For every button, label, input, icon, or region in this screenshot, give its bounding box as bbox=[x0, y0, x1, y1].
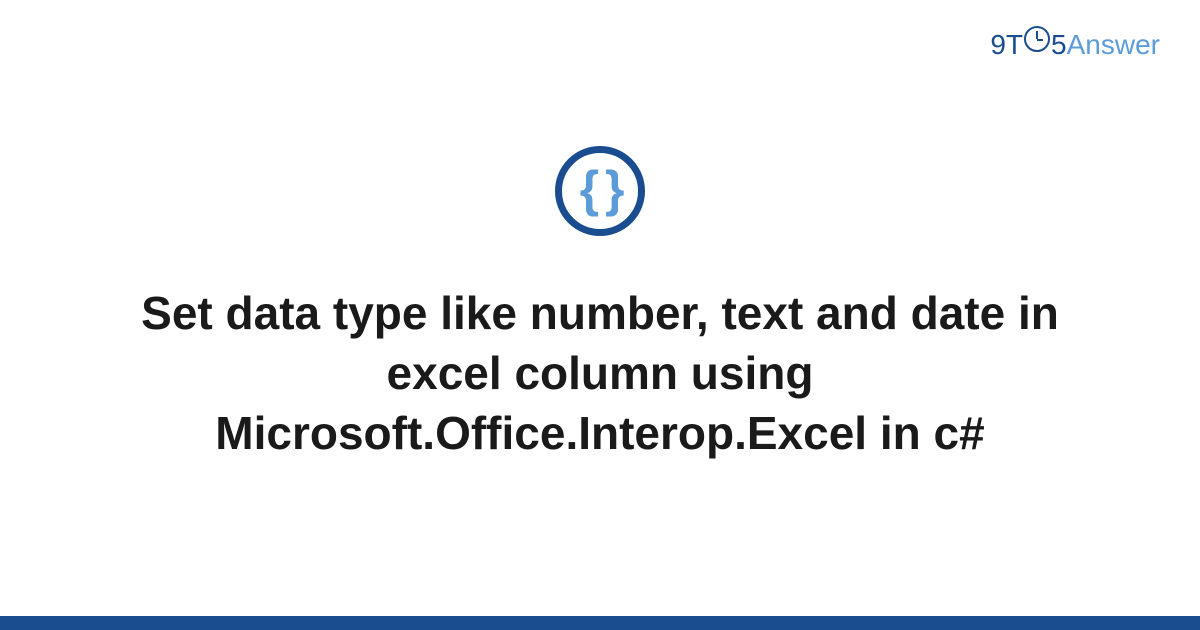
braces-icon: { } bbox=[580, 164, 621, 214]
page-title: Set data type like number, text and date… bbox=[100, 284, 1100, 463]
code-braces-badge: { } bbox=[555, 146, 645, 236]
main-content: { } Set data type like number, text and … bbox=[0, 0, 1200, 630]
footer-accent-bar bbox=[0, 616, 1200, 630]
